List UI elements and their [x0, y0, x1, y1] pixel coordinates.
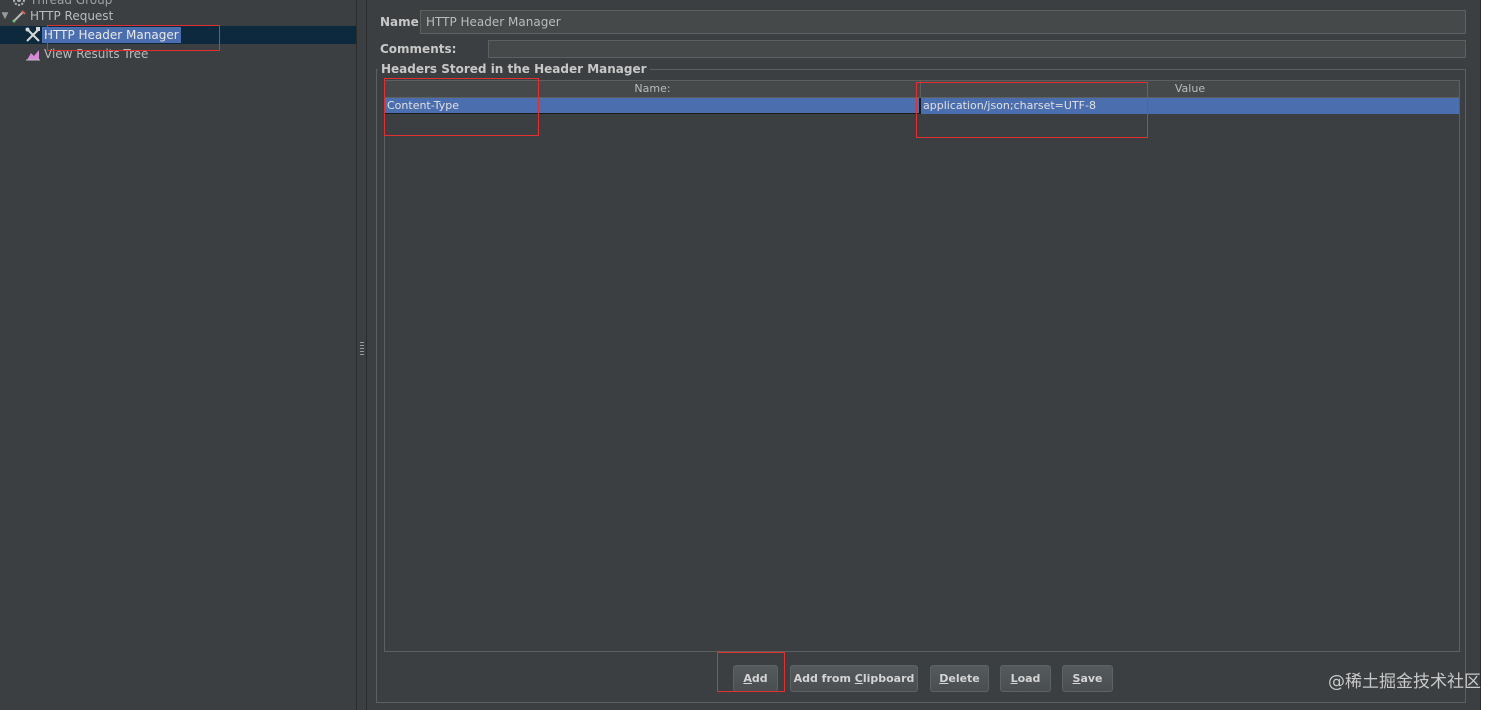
tree-node-label: HTTP Header Manager	[42, 27, 181, 43]
table-row[interactable]: Content-Type application/json;charset=UT…	[385, 98, 1459, 114]
header-value-cell[interactable]: application/json;charset=UTF-8	[921, 98, 1459, 114]
splitter-grip-icon[interactable]	[360, 341, 364, 355]
headers-table[interactable]: Name: Value Content-Type application/jso…	[384, 80, 1460, 652]
button-mnemonic: D	[939, 672, 949, 685]
save-button[interactable]: Save	[1062, 665, 1113, 692]
tree-node-http-request[interactable]: ▼ HTTP Request	[0, 7, 356, 25]
tree-node-label: HTTP Request	[30, 9, 114, 23]
delete-button[interactable]: Delete	[930, 665, 989, 692]
panel-splitter[interactable]	[356, 0, 367, 710]
watermark: @稀土掘金技术社区	[1328, 672, 1481, 692]
button-bar: Add Add from Clipboard Delete Load Save	[368, 665, 1480, 693]
column-header-value[interactable]: Value	[921, 81, 1459, 98]
table-header: Name: Value	[385, 81, 1459, 98]
header-name-cell[interactable]: Content-Type	[385, 98, 921, 114]
pipette-icon	[10, 8, 28, 24]
window-edge	[1480, 0, 1512, 710]
add-from-clipboard-button[interactable]: Add from Clipboard	[790, 665, 918, 692]
button-label-suffix: ave	[1080, 672, 1103, 685]
tree-node-label: View Results Tree	[44, 47, 149, 61]
button-mnemonic: L	[1010, 672, 1018, 685]
button-label-suffix: elete	[948, 672, 980, 685]
add-button[interactable]: Add	[733, 665, 778, 692]
table-body: Content-Type application/json;charset=UT…	[385, 98, 1459, 114]
button-label-suffix: oad	[1017, 672, 1041, 685]
tree-node-view-results-tree[interactable]: View Results Tree	[0, 45, 356, 63]
header-manager-config: Name: Comments: Headers Stored in the He…	[368, 0, 1480, 710]
name-input[interactable]	[420, 10, 1466, 34]
tools-icon	[24, 27, 42, 43]
name-label: Name:	[380, 15, 424, 29]
chart-icon	[24, 46, 42, 62]
button-label-suffix: lipboard	[862, 672, 915, 685]
test-plan-tree[interactable]: Thread Group ▼ HTTP Request HTTP Header …	[0, 0, 356, 710]
button-label-prefix: Add from	[793, 672, 855, 685]
expand-arrow-icon[interactable]: ▼	[0, 11, 10, 21]
comments-label: Comments:	[380, 42, 457, 56]
headers-group-title: Headers Stored in the Header Manager	[378, 62, 650, 76]
load-button[interactable]: Load	[1000, 665, 1051, 692]
comments-input[interactable]	[488, 40, 1466, 58]
button-mnemonic: S	[1072, 672, 1081, 685]
button-label-suffix: dd	[751, 672, 768, 685]
column-header-name[interactable]: Name:	[385, 81, 921, 98]
button-mnemonic: C	[854, 672, 863, 685]
button-mnemonic: A	[743, 672, 752, 685]
tree-node-http-header-manager[interactable]: HTTP Header Manager	[0, 26, 356, 44]
